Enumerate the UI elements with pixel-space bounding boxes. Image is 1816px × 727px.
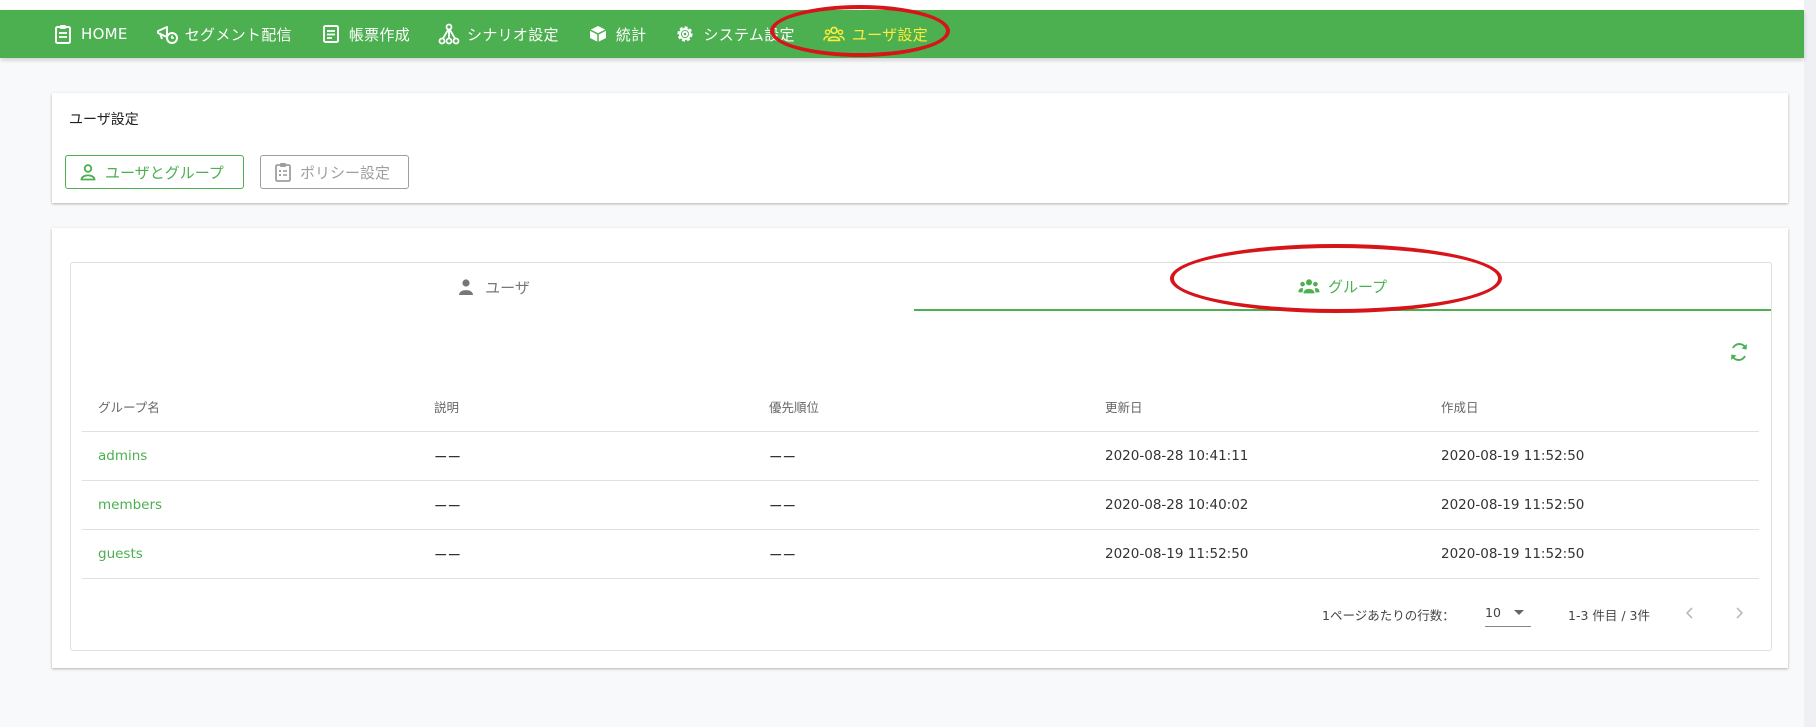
cell-description: ーー	[418, 431, 753, 481]
cell-updated: 2020-08-28 10:41:11	[1089, 431, 1425, 481]
group-icon	[1298, 275, 1320, 297]
megaphone-clock-icon	[156, 23, 178, 45]
prev-page-button[interactable]	[1678, 601, 1702, 625]
nav-label: 帳票作成	[348, 25, 411, 44]
column-header-created[interactable]: 作成日	[1425, 382, 1759, 432]
cell-created: 2020-08-19 11:52:50	[1425, 480, 1759, 530]
column-header-description[interactable]: 説明	[418, 382, 753, 432]
cell-created: 2020-08-19 11:52:50	[1425, 529, 1759, 579]
tab-users-label: ユーザ	[485, 278, 530, 297]
chevron-left-icon	[1685, 607, 1693, 619]
nav-item-report[interactable]: 帳票作成	[320, 10, 410, 58]
clipboard-list-icon	[273, 162, 293, 182]
nav-label: シナリオ設定	[467, 25, 559, 44]
gear-icon	[674, 23, 696, 45]
document-icon	[320, 23, 342, 45]
rows-per-page-label: 1ページあたりの行数：	[1322, 608, 1455, 623]
cell-description: ーー	[418, 529, 753, 579]
users-icon	[822, 23, 845, 45]
nav-label: セグメント配信	[184, 25, 292, 44]
group-name-link[interactable]: admins	[82, 431, 418, 481]
page-title: ユーザ設定	[69, 112, 139, 128]
group-name-link[interactable]: guests	[82, 529, 418, 579]
users-and-groups-label: ユーザとグループ	[105, 163, 224, 182]
users-and-groups-button[interactable]: ユーザとグループ	[65, 155, 244, 189]
cell-updated: 2020-08-28 10:40:02	[1089, 480, 1425, 530]
cell-priority: ーー	[753, 529, 1089, 579]
refresh-icon[interactable]	[1728, 341, 1750, 363]
cell-created: 2020-08-19 11:52:50	[1425, 431, 1759, 481]
tab-groups-label: グループ	[1327, 277, 1388, 296]
groups-card: ユーザ グループ グループ名 説明 優先順位 更新日 作成日 admins ーー…	[52, 228, 1788, 668]
nav-label: HOME	[81, 25, 128, 43]
nav-item-home[interactable]: HOME	[52, 10, 128, 58]
tab-panel: ユーザ グループ グループ名 説明 優先順位 更新日 作成日 admins ーー…	[70, 262, 1772, 651]
nav-item-scenario[interactable]: シナリオ設定	[438, 10, 559, 58]
column-header-group-name[interactable]: グループ名	[82, 382, 418, 432]
nav-item-system-settings[interactable]: システム設定	[674, 10, 795, 58]
chevron-down-icon	[1514, 610, 1524, 615]
table-row[interactable]: admins ーー ーー 2020-08-28 10:41:11 2020-08…	[82, 431, 1759, 481]
tree-nodes-icon	[438, 23, 460, 45]
column-header-updated[interactable]: 更新日	[1089, 382, 1425, 432]
rows-per-page-select[interactable]: 10	[1485, 597, 1531, 627]
policy-settings-label: ポリシー設定	[300, 163, 391, 182]
page-range-text: 1-3 件目 / 3件	[1568, 608, 1651, 623]
table-row[interactable]: members ーー ーー 2020-08-28 10:40:02 2020-0…	[82, 480, 1759, 530]
person-icon	[455, 276, 477, 298]
chevron-right-icon	[1736, 607, 1744, 619]
policy-settings-button[interactable]: ポリシー設定	[260, 155, 409, 189]
nav-label: ユーザ設定	[851, 25, 929, 44]
top-nav-bar: HOME セグメント配信 帳票作成 シナリオ設定 統計 システム設定 ユーザ設定	[0, 10, 1804, 58]
table-row[interactable]: guests ーー ーー 2020-08-19 11:52:50 2020-08…	[82, 529, 1759, 579]
groups-table: グループ名 説明 優先順位 更新日 作成日 admins ーー ーー 2020-…	[82, 382, 1759, 579]
nav-item-user-settings[interactable]: ユーザ設定	[822, 10, 929, 58]
cell-updated: 2020-08-19 11:52:50	[1089, 529, 1425, 579]
person-outline-icon	[78, 162, 98, 182]
nav-label: 統計	[615, 25, 647, 44]
rows-per-page-value: 10	[1485, 605, 1501, 620]
tab-users[interactable]: ユーザ	[71, 263, 914, 311]
cell-description: ーー	[418, 480, 753, 530]
table-header-row: グループ名 説明 優先順位 更新日 作成日	[82, 382, 1759, 432]
cube-icon	[587, 23, 609, 45]
group-name-link[interactable]: members	[82, 480, 418, 530]
tab-groups[interactable]: グループ	[914, 263, 1771, 311]
scrollbar-track[interactable]	[1804, 0, 1816, 727]
user-settings-card: ユーザ設定 ユーザとグループ ポリシー設定	[52, 93, 1788, 203]
column-header-priority[interactable]: 優先順位	[753, 382, 1089, 432]
cell-priority: ーー	[753, 480, 1089, 530]
clipboard-icon	[52, 23, 74, 45]
next-page-button[interactable]	[1727, 601, 1751, 625]
nav-item-segment-delivery[interactable]: セグメント配信	[156, 10, 292, 58]
nav-label: システム設定	[703, 25, 795, 44]
nav-item-statistics[interactable]: 統計	[587, 10, 647, 58]
pagination: 1ページあたりの行数： 10 1-3 件目 / 3件	[71, 593, 1771, 633]
cell-priority: ーー	[753, 431, 1089, 481]
